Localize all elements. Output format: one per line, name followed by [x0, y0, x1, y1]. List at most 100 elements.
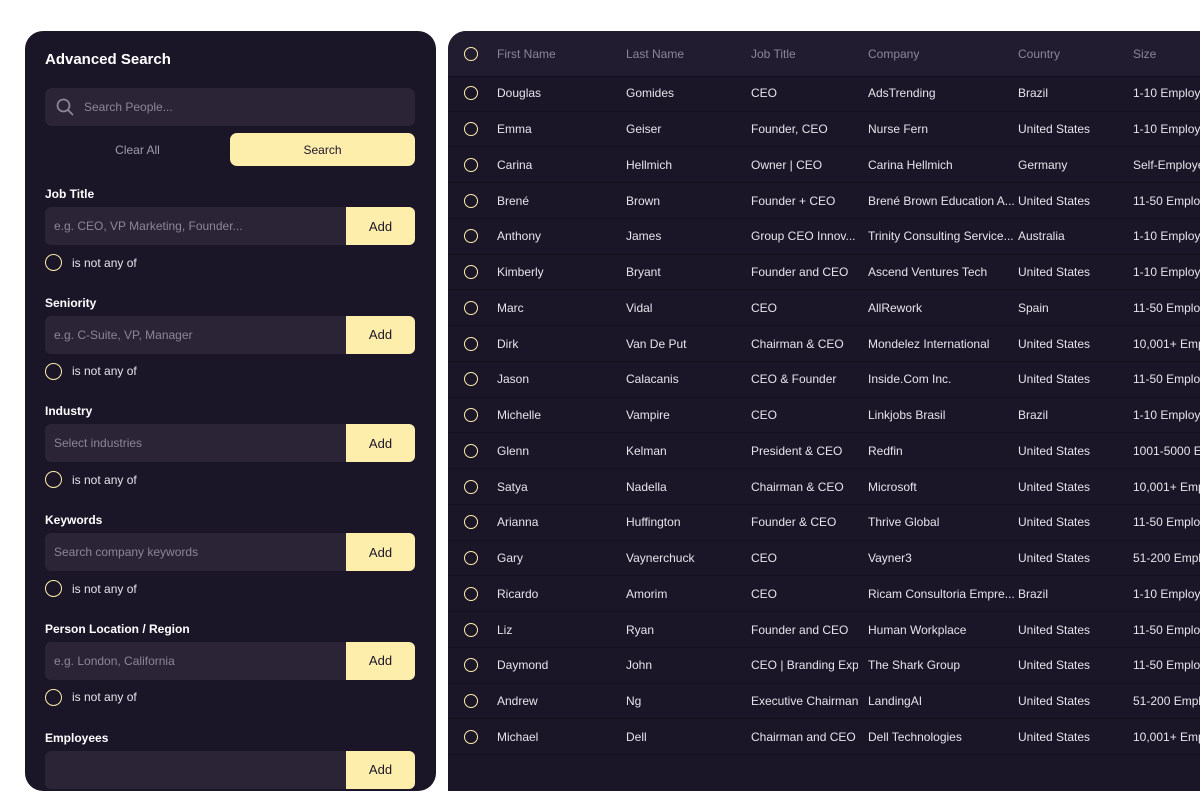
is-not-any-of-toggle[interactable]: is not any of: [45, 254, 137, 271]
radio-circle-icon[interactable]: [45, 363, 62, 380]
table-row[interactable]: KimberlyBryantFounder and CEOAscend Vent…: [448, 255, 1200, 291]
table-row[interactable]: LizRyanFounder and CEOHuman WorkplaceUni…: [448, 612, 1200, 648]
row-checkbox[interactable]: [464, 219, 478, 254]
column-header-last-name[interactable]: Last Name: [626, 31, 741, 76]
radio-circle-icon[interactable]: [464, 122, 478, 136]
radio-circle-icon[interactable]: [45, 471, 62, 488]
add-employees-button[interactable]: Add: [346, 751, 415, 789]
filter-input-box[interactable]: [45, 751, 346, 789]
filter-input-box[interactable]: [45, 207, 346, 245]
table-row[interactable]: MarcVidalCEOAllReworkSpain11-50 Employee…: [448, 291, 1200, 327]
radio-circle-icon[interactable]: [464, 372, 478, 386]
row-checkbox[interactable]: [464, 434, 478, 469]
radio-circle-icon[interactable]: [464, 337, 478, 351]
radio-circle-icon[interactable]: [464, 158, 478, 172]
employees-input[interactable]: [45, 762, 336, 778]
table-row[interactable]: GaryVaynerchuckCEOVayner3United States51…: [448, 541, 1200, 577]
add-job-title-button[interactable]: Add: [346, 207, 415, 245]
add-industry-button[interactable]: Add: [346, 424, 415, 462]
keywords-input[interactable]: [45, 544, 336, 560]
filter-input-box[interactable]: [45, 642, 346, 680]
row-checkbox[interactable]: [464, 720, 478, 755]
row-checkbox[interactable]: [464, 112, 478, 147]
radio-circle-icon[interactable]: [464, 587, 478, 601]
filter-input-box[interactable]: [45, 424, 346, 462]
radio-circle-icon[interactable]: [464, 694, 478, 708]
cell-first-name: Emma: [497, 112, 615, 147]
radio-circle-icon[interactable]: [464, 444, 478, 458]
row-checkbox[interactable]: [464, 148, 478, 183]
radio-circle-icon[interactable]: [464, 86, 478, 100]
radio-circle-icon[interactable]: [45, 254, 62, 271]
is-not-any-of-toggle[interactable]: is not any of: [45, 471, 137, 488]
radio-circle-icon[interactable]: [464, 47, 478, 61]
radio-circle-icon[interactable]: [464, 194, 478, 208]
row-checkbox[interactable]: [464, 577, 478, 612]
row-checkbox[interactable]: [464, 541, 478, 576]
row-checkbox[interactable]: [464, 505, 478, 540]
row-checkbox[interactable]: [464, 362, 478, 397]
table-row[interactable]: GlennKelmanPresident & CEORedfinUnited S…: [448, 434, 1200, 470]
radio-circle-icon[interactable]: [464, 301, 478, 315]
column-header-first-name[interactable]: First Name: [497, 31, 615, 76]
table-row[interactable]: BrenéBrownFounder + CEOBrené Brown Educa…: [448, 183, 1200, 219]
table-row[interactable]: DirkVan De PutChairman & CEOMondelez Int…: [448, 326, 1200, 362]
column-header-job-title[interactable]: Job Title: [751, 31, 858, 76]
radio-circle-icon[interactable]: [464, 551, 478, 565]
is-not-any-of-toggle[interactable]: is not any of: [45, 689, 137, 706]
row-checkbox[interactable]: [464, 398, 478, 433]
radio-circle-icon[interactable]: [464, 730, 478, 744]
radio-circle-icon[interactable]: [464, 480, 478, 494]
search-people-box[interactable]: [45, 88, 415, 126]
table-row[interactable]: AndrewNgExecutive ChairmanLandingAIUnite…: [448, 684, 1200, 720]
table-row[interactable]: DouglasGomidesCEOAdsTrendingBrazil1-10 E…: [448, 76, 1200, 112]
table-row[interactable]: SatyaNadellaChairman & CEOMicrosoftUnite…: [448, 469, 1200, 505]
radio-circle-icon[interactable]: [464, 408, 478, 422]
radio-circle-icon[interactable]: [464, 658, 478, 672]
person-location-region-input[interactable]: [45, 653, 336, 669]
column-header-size[interactable]: Size: [1133, 31, 1200, 76]
row-checkbox[interactable]: [464, 255, 478, 290]
radio-circle-icon[interactable]: [464, 229, 478, 243]
row-checkbox[interactable]: [464, 291, 478, 326]
row-checkbox[interactable]: [464, 76, 478, 111]
table-row[interactable]: AriannaHuffingtonFounder & CEOThrive Glo…: [448, 505, 1200, 541]
seniority-input[interactable]: [45, 327, 336, 343]
radio-circle-icon[interactable]: [464, 623, 478, 637]
row-checkbox[interactable]: [464, 612, 478, 647]
table-row[interactable]: AnthonyJamesGroup CEO Innov...Trinity Co…: [448, 219, 1200, 255]
row-checkbox[interactable]: [464, 469, 478, 504]
table-row[interactable]: CarinaHellmichOwner | CEOCarina Hellmich…: [448, 148, 1200, 184]
row-checkbox[interactable]: [464, 183, 478, 218]
add-keywords-button[interactable]: Add: [346, 533, 415, 571]
row-checkbox[interactable]: [464, 684, 478, 719]
radio-circle-icon[interactable]: [464, 515, 478, 529]
table-row[interactable]: JasonCalacanisCEO & FounderInside.Com In…: [448, 362, 1200, 398]
row-checkbox[interactable]: [464, 648, 478, 683]
clear-all-button[interactable]: Clear All: [45, 133, 230, 167]
table-row[interactable]: DaymondJohnCEO | Branding Exp...The Shar…: [448, 648, 1200, 684]
is-not-any-of-toggle[interactable]: is not any of: [45, 580, 137, 597]
table-row[interactable]: MichelleVampireCEOLinkjobs BrasilBrazil1…: [448, 398, 1200, 434]
industry-input[interactable]: [45, 435, 336, 451]
job-title-input[interactable]: [45, 218, 336, 234]
row-checkbox[interactable]: [464, 326, 478, 361]
table-row[interactable]: MichaelDellChairman and CEODell Technolo…: [448, 720, 1200, 756]
radio-circle-icon[interactable]: [464, 265, 478, 279]
filter-label: Job Title: [45, 187, 94, 201]
filter-input-box[interactable]: [45, 533, 346, 571]
table-row[interactable]: EmmaGeiserFounder, CEONurse FernUnited S…: [448, 112, 1200, 148]
search-button[interactable]: Search: [230, 133, 415, 166]
radio-circle-icon[interactable]: [45, 689, 62, 706]
select-all-checkbox[interactable]: [464, 31, 478, 76]
column-header-country[interactable]: Country: [1018, 31, 1123, 76]
search-people-input[interactable]: [82, 99, 386, 115]
add-person-location-region-button[interactable]: Add: [346, 642, 415, 680]
table-row[interactable]: RicardoAmorimCEORicam Consultoria Empre.…: [448, 577, 1200, 613]
add-seniority-button[interactable]: Add: [346, 316, 415, 354]
column-header-company[interactable]: Company: [868, 31, 1016, 76]
is-not-any-of-toggle[interactable]: is not any of: [45, 363, 137, 380]
radio-circle-icon[interactable]: [45, 580, 62, 597]
filter-input-box[interactable]: [45, 316, 346, 354]
advanced-search-panel: Advanced Search Clear All Search Job Tit…: [25, 31, 436, 791]
